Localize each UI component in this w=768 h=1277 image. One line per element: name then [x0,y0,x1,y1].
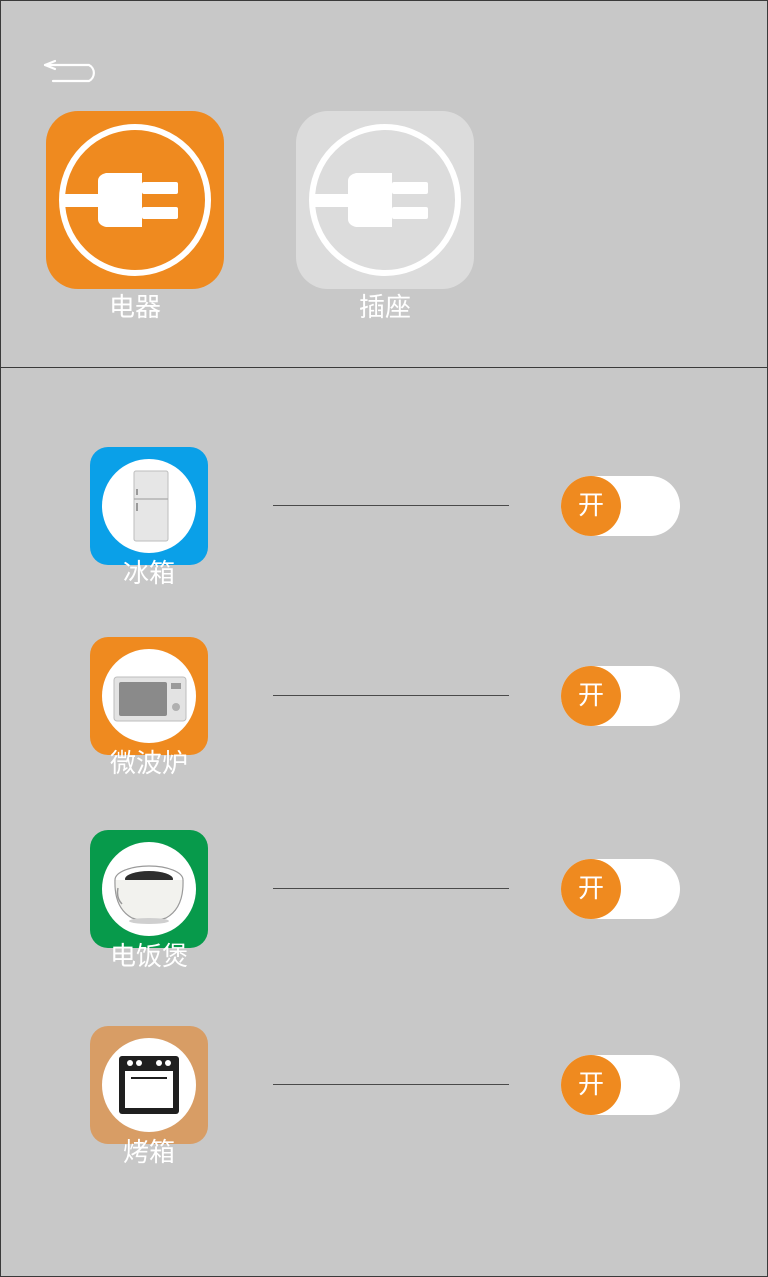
app-screen: 电器 插座 冰箱 开 微波炉 开 电饭煲 开 烤箱 开 [0,0,768,1277]
device-label-microwave: 微波炉 [109,749,188,779]
microwave-icon-circle [102,649,196,743]
category-label-sockets: 插座 [358,293,411,323]
rice-cooker-power-toggle[interactable]: 开 [561,859,680,919]
oven-tile[interactable] [90,1026,208,1144]
category-header: 电器 插座 [1,1,767,368]
divider-line [273,888,509,889]
back-arrow-icon [43,59,95,83]
rice-cooker-tile[interactable] [90,830,208,948]
rice-cooker-icon [114,865,184,924]
device-row-oven: 烤箱 开 [1,1026,767,1176]
divider-line [273,695,509,696]
oven-icon-circle [102,1038,196,1132]
toggle-knob: 开 [561,1055,621,1115]
oven-icon [119,1056,179,1114]
rice-cooker-icon-circle [102,842,196,936]
category-label-appliances: 电器 [108,293,161,323]
oven-power-toggle[interactable]: 开 [561,1055,680,1115]
fridge-icon [133,470,169,542]
device-label-rice-cooker: 电饭煲 [109,942,188,972]
toggle-knob: 开 [561,476,621,536]
divider-line [273,505,509,506]
plug-icon [309,124,461,276]
microwave-power-toggle[interactable]: 开 [561,666,680,726]
fridge-power-toggle[interactable]: 开 [561,476,680,536]
microwave-tile[interactable] [90,637,208,755]
category-tile-sockets[interactable] [296,111,474,289]
plug-icon [59,124,211,276]
back-button[interactable] [41,51,103,87]
device-row-rice-cooker: 电饭煲 开 [1,830,767,980]
toggle-knob: 开 [561,666,621,726]
device-row-fridge: 冰箱 开 [1,447,767,597]
microwave-icon [113,676,187,722]
toggle-knob: 开 [561,859,621,919]
fridge-icon-circle [102,459,196,553]
divider-line [273,1084,509,1085]
fridge-tile[interactable] [90,447,208,565]
device-label-oven: 烤箱 [122,1138,175,1168]
device-row-microwave: 微波炉 开 [1,637,767,787]
device-label-fridge: 冰箱 [122,559,175,589]
category-tile-appliances[interactable] [46,111,224,289]
